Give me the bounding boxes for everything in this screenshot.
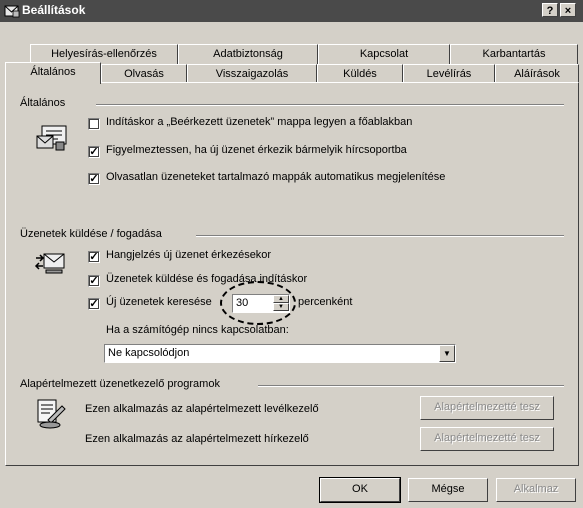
check-interval-suffix: percenként xyxy=(298,296,353,308)
tab-send[interactable]: Küldés xyxy=(317,64,403,84)
window-title: Beállítások xyxy=(22,3,86,17)
spin-up-icon[interactable]: ▲ xyxy=(273,295,289,303)
option-notify-newsgroup-label[interactable]: Figyelmeztessen, ha új üzenet érkezik bá… xyxy=(106,144,407,156)
general-mail-icon xyxy=(36,125,67,151)
send-receive-icon xyxy=(34,253,65,274)
default-handler-icon xyxy=(37,399,66,429)
option-sound-checkbox[interactable]: ✓ xyxy=(88,251,100,263)
spin-down-icon[interactable]: ▼ xyxy=(273,303,289,311)
group-divider xyxy=(258,385,564,387)
default-programs-group-heading: Alapértelmezett üzenetkezelő programok xyxy=(20,378,224,390)
help-button[interactable]: ? xyxy=(542,3,558,17)
tab-compose[interactable]: Levélírás xyxy=(403,64,495,84)
option-sound-label[interactable]: Hangjelzés új üzenet érkezésekor xyxy=(106,249,271,261)
offline-select[interactable]: Ne kapcsolódjon xyxy=(104,344,456,363)
default-news-text: Ezen alkalmazás az alapértelmezett hírke… xyxy=(85,433,309,445)
option-send-receive-at-start-checkbox[interactable]: ✓ xyxy=(88,275,100,287)
tab-read[interactable]: Olvasás xyxy=(101,64,187,84)
settings-dialog: Beállítások ? × Helyesírás-ellenőrzés Ad… xyxy=(0,0,583,508)
tab-signatures[interactable]: Aláírások xyxy=(495,64,579,84)
option-send-receive-at-start-label[interactable]: Üzenetek küldése és fogadása indításkor xyxy=(106,273,307,285)
tab-spelling[interactable]: Helyesírás-ellenőrzés xyxy=(30,44,178,64)
option-show-unread-folders-checkbox[interactable]: ✓ xyxy=(88,173,100,185)
option-show-unread-folders-label[interactable]: Olvasatlan üzeneteket tartalmazó mappák … xyxy=(106,171,445,183)
group-divider xyxy=(96,104,564,106)
app-icon xyxy=(4,5,20,18)
tab-connection[interactable]: Kapcsolat xyxy=(318,44,450,64)
option-start-in-inbox-checkbox[interactable] xyxy=(88,118,100,130)
tab-receipts[interactable]: Visszaigazolás xyxy=(187,64,317,84)
close-button[interactable]: × xyxy=(560,3,576,17)
apply-button[interactable]: Alkalmaz xyxy=(496,478,576,502)
chevron-down-icon[interactable]: ▼ xyxy=(439,345,455,362)
general-group-heading: Általános xyxy=(20,97,70,109)
option-check-new-messages-label[interactable]: Új üzenetek keresése xyxy=(106,296,212,308)
make-default-news-button[interactable]: Alapértelmezetté tesz xyxy=(420,427,554,451)
option-notify-newsgroup-checkbox[interactable]: ✓ xyxy=(88,146,100,158)
send-receive-group-heading: Üzenetek küldése / fogadása xyxy=(20,228,166,240)
make-default-mail-button[interactable]: Alapértelmezetté tesz xyxy=(420,396,554,420)
tab-general[interactable]: Általános xyxy=(5,62,101,84)
tab-maintenance[interactable]: Karbantartás xyxy=(450,44,578,64)
check-interval-spinner[interactable]: ▲ ▼ xyxy=(273,295,289,312)
ok-button[interactable]: OK xyxy=(319,477,401,503)
default-mail-text: Ezen alkalmazás az alapértelmezett levél… xyxy=(85,403,319,415)
title-bar[interactable]: Beállítások ? × xyxy=(0,0,583,22)
cancel-button[interactable]: Mégse xyxy=(408,478,488,502)
group-divider xyxy=(196,235,564,237)
tab-security[interactable]: Adatbiztonság xyxy=(178,44,318,64)
option-start-in-inbox-label[interactable]: Indításkor a „Beérkezett üzenetek” mappa… xyxy=(106,116,412,128)
option-check-new-messages-checkbox[interactable]: ✓ xyxy=(88,298,100,310)
offline-label: Ha a számítógép nincs kapcsolatban: xyxy=(106,324,289,336)
